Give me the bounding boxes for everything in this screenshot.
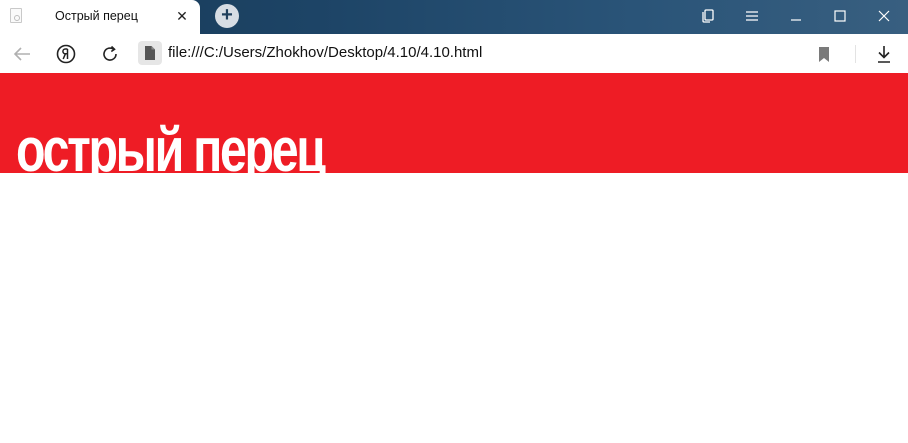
file-icon[interactable] <box>138 41 162 65</box>
page-heading: острый перец <box>16 116 326 173</box>
new-tab-button[interactable]: + <box>215 4 239 28</box>
menu-icon[interactable] <box>741 6 763 26</box>
url-text[interactable]: file:///C:/Users/Zhokhov/Desktop/4.10/4.… <box>168 44 482 61</box>
title-bar: Острый перец ✕ + <box>0 0 908 34</box>
download-icon[interactable] <box>872 42 896 66</box>
tab-close-icon[interactable]: ✕ <box>174 8 190 24</box>
maximize-icon[interactable] <box>829 6 851 26</box>
tab-title: Острый перец <box>55 9 138 23</box>
bookmark-icon[interactable] <box>812 42 836 66</box>
yandex-logo-icon[interactable] <box>54 42 78 66</box>
arrow-left-icon[interactable] <box>10 42 34 66</box>
close-icon[interactable] <box>873 6 895 26</box>
address-bar: file:///C:/Users/Zhokhov/Desktop/4.10/4.… <box>0 34 908 73</box>
collections-icon[interactable] <box>697 6 719 26</box>
browser-tab[interactable]: Острый перец ✕ <box>0 0 200 34</box>
minimize-icon[interactable] <box>785 6 807 26</box>
toolbar-divider <box>855 45 856 63</box>
page-header: острый перец <box>0 73 908 173</box>
page-icon <box>10 8 22 23</box>
reload-icon[interactable] <box>98 42 122 66</box>
